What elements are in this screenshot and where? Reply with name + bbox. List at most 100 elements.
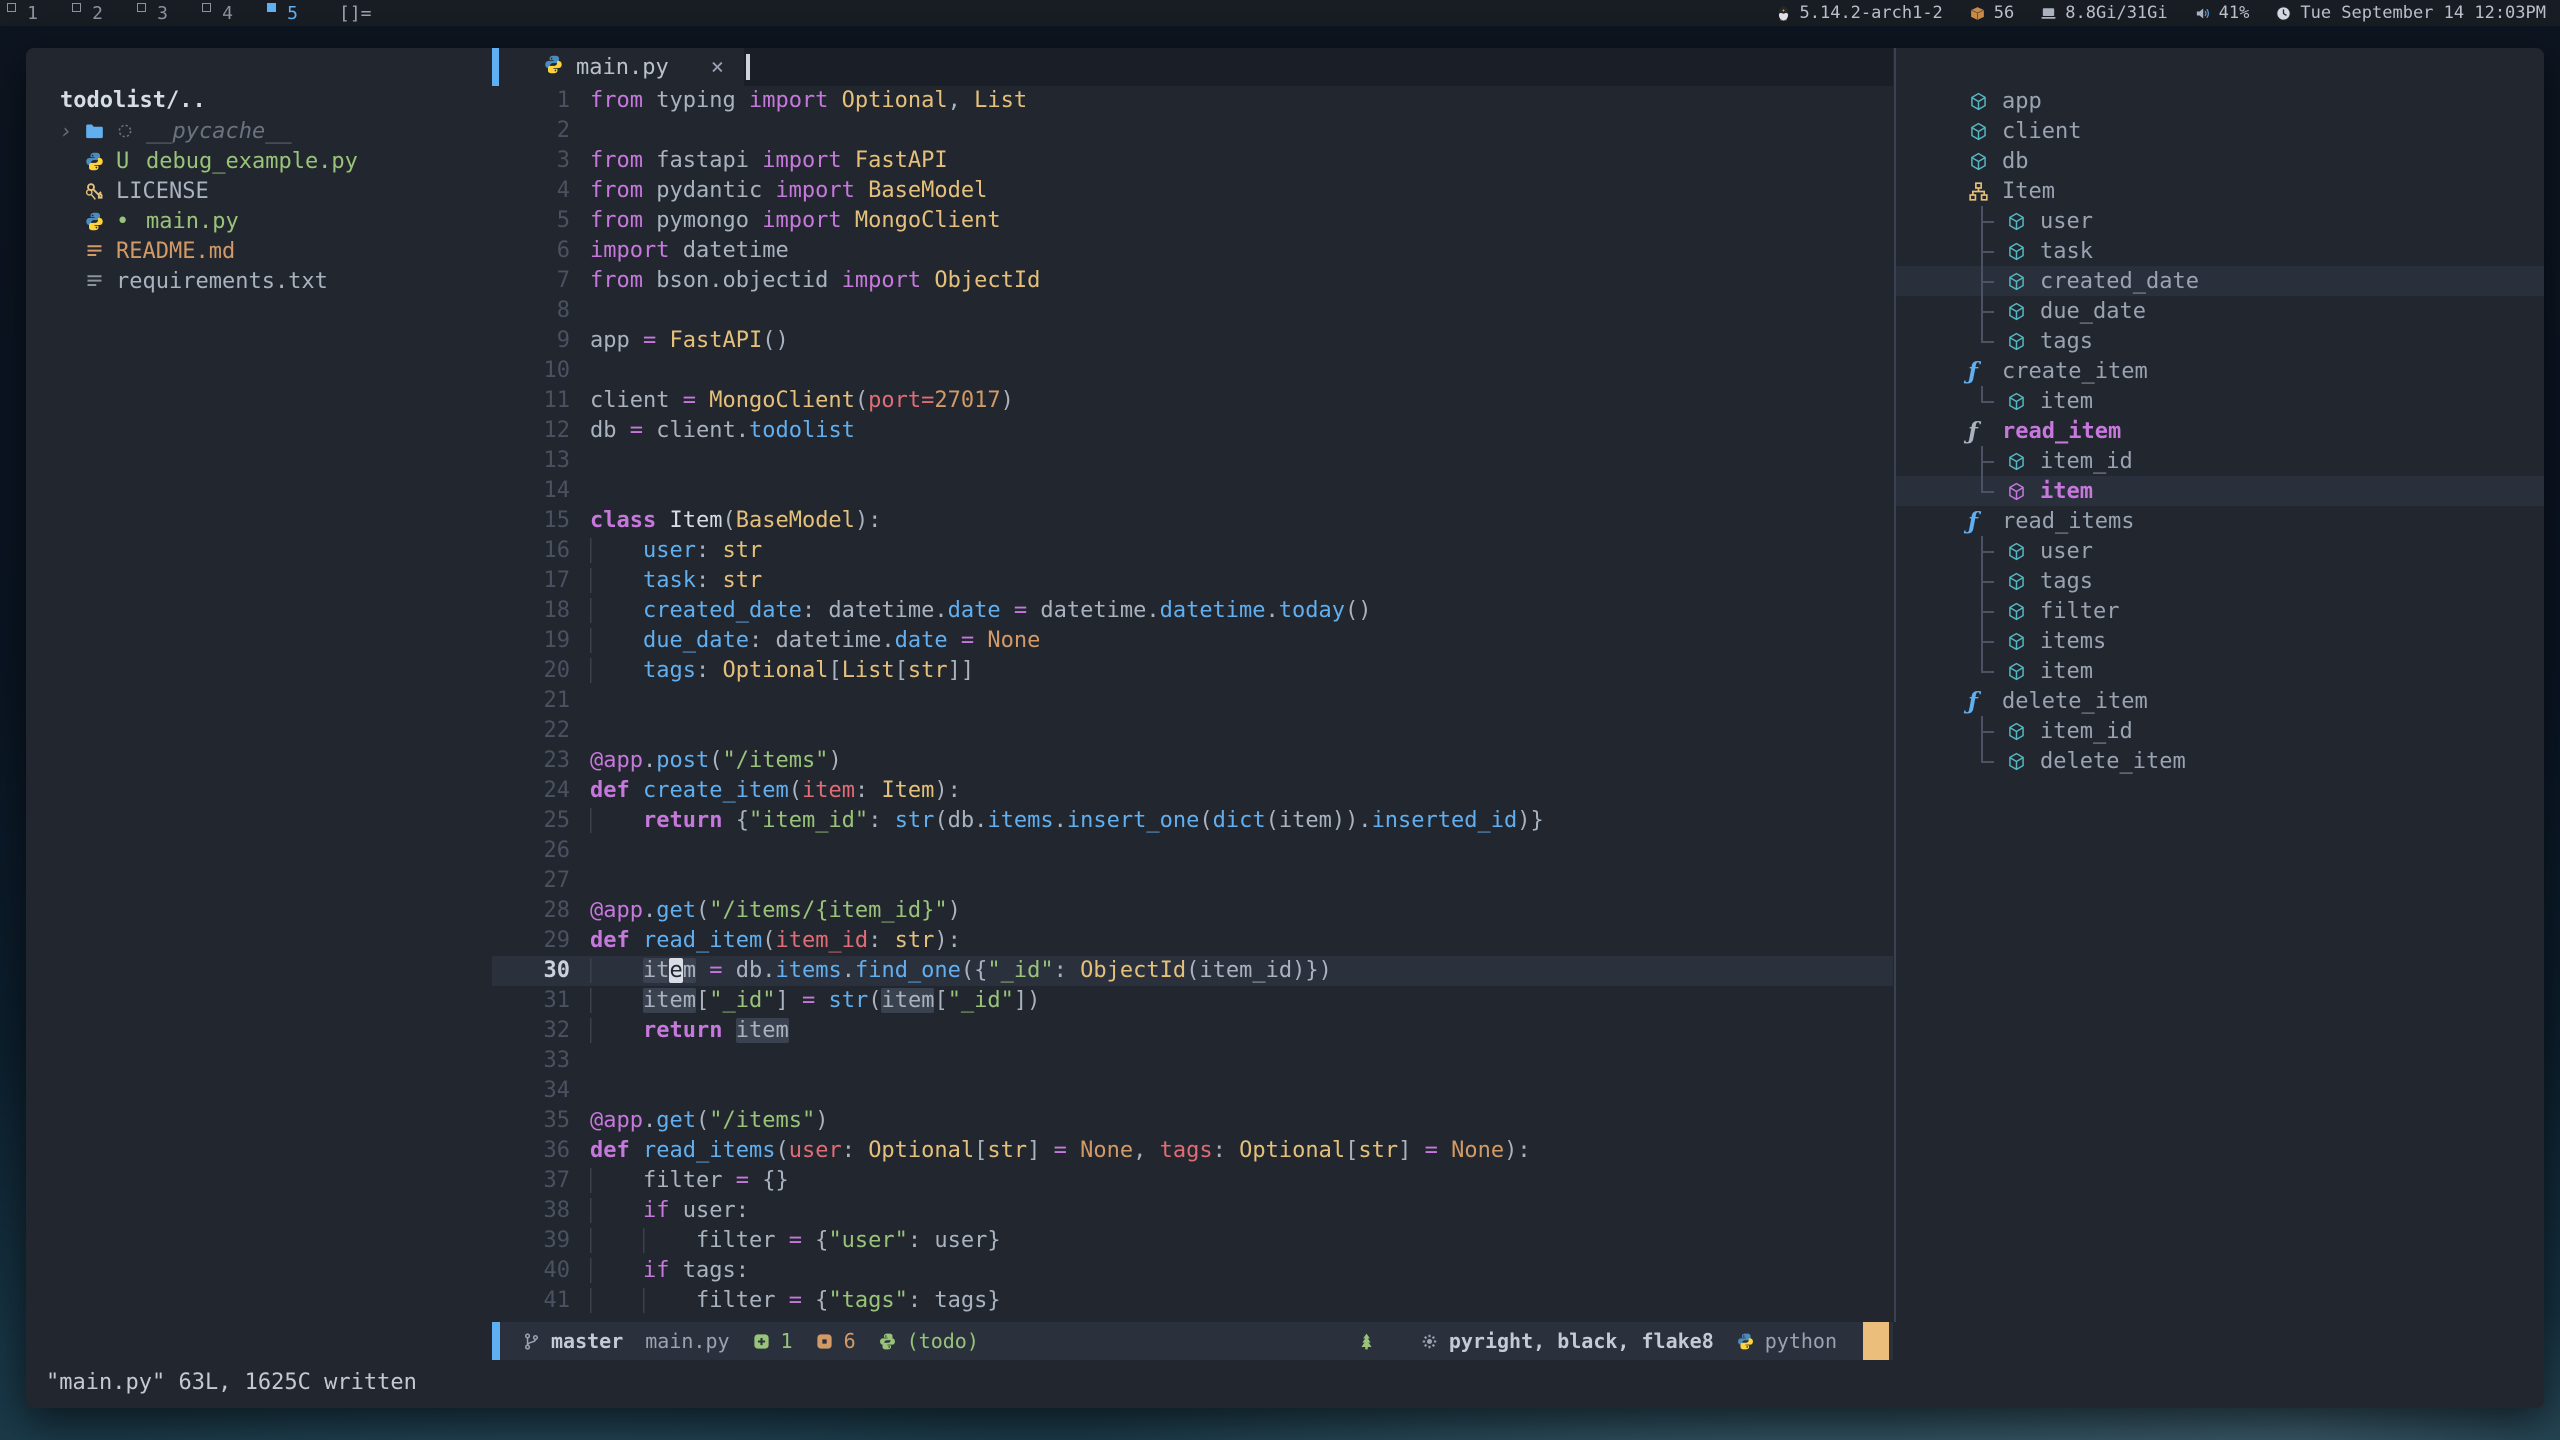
code-line-28[interactable]: 28@app.get("/items/{item_id}") <box>492 896 1893 926</box>
code-line-19[interactable]: 19 due_date: datetime.date = None <box>492 626 1893 656</box>
code-line-39[interactable]: 39 filter = {"user": user} <box>492 1226 1893 1256</box>
git-branch-icon <box>522 1332 541 1351</box>
code-line-3[interactable]: 3from fastapi import FastAPI <box>492 146 1893 176</box>
tree-guide <box>1968 536 2006 566</box>
filetree-item-requirements.txt[interactable]: requirements.txt <box>26 266 492 296</box>
code-line-26[interactable]: 26 <box>492 836 1893 866</box>
symbol-create_item[interactable]: ƒcreate_item <box>1896 356 2544 386</box>
filetree-item-main.py[interactable]: •main.py <box>26 206 492 236</box>
filetree-item-README.md[interactable]: README.md <box>26 236 492 266</box>
code-text: def create_item(item: Item): <box>570 776 961 806</box>
symbol-tags[interactable]: tags <box>1896 566 2544 596</box>
field-icon <box>2006 451 2040 472</box>
symbol-item[interactable]: item <box>1896 476 2544 506</box>
code-line-5[interactable]: 5from pymongo import MongoClient <box>492 206 1893 236</box>
code-line-4[interactable]: 4from pydantic import BaseModel <box>492 176 1893 206</box>
symbol-Item[interactable]: Item <box>1896 176 2544 206</box>
symbol-task[interactable]: task <box>1896 236 2544 266</box>
symbol-tags[interactable]: tags <box>1896 326 2544 356</box>
code-line-38[interactable]: 38 if user: <box>492 1196 1893 1226</box>
code-text <box>570 1076 590 1106</box>
symbol-delete_item[interactable]: delete_item <box>1896 746 2544 776</box>
symbol-item_id[interactable]: item_id <box>1896 446 2544 476</box>
symbol-db[interactable]: db <box>1896 146 2544 176</box>
code-line-29[interactable]: 29def read_item(item_id: str): <box>492 926 1893 956</box>
symbol-label: item_id <box>2040 719 2133 744</box>
code-line-40[interactable]: 40 if tags: <box>492 1256 1893 1286</box>
code-line-7[interactable]: 7from bson.objectid import ObjectId <box>492 266 1893 296</box>
symbol-filter[interactable]: filter <box>1896 596 2544 626</box>
symbol-due_date[interactable]: due_date <box>1896 296 2544 326</box>
symbol-label: item_id <box>2040 449 2133 474</box>
symbol-item[interactable]: item <box>1896 656 2544 686</box>
code-line-14[interactable]: 14 <box>492 476 1893 506</box>
code-line-41[interactable]: 41 filter = {"tags": tags} <box>492 1286 1893 1316</box>
filetree-label: __pycache__ <box>146 119 292 144</box>
symbol-app[interactable]: app <box>1896 86 2544 116</box>
code-line-17[interactable]: 17 task: str <box>492 566 1893 596</box>
code-line-22[interactable]: 22 <box>492 716 1893 746</box>
code-line-27[interactable]: 27 <box>492 866 1893 896</box>
symbol-user[interactable]: user <box>1896 536 2544 566</box>
tab-main-py[interactable]: main.py × <box>499 48 744 86</box>
workspace-tag-3[interactable]: 3 <box>130 0 195 26</box>
code-line-24[interactable]: 24def create_item(item: Item): <box>492 776 1893 806</box>
workspace-indicator <box>72 3 81 12</box>
code-line-8[interactable]: 8 <box>492 296 1893 326</box>
line-number: 3 <box>492 146 570 176</box>
code-text: @app.get("/items/{item_id}") <box>570 896 961 926</box>
filetree-item-__pycache__[interactable]: ›__pycache__ <box>26 116 492 146</box>
line-number: 11 <box>492 386 570 416</box>
code-line-31[interactable]: 31 item["_id"] = str(item["_id"]) <box>492 986 1893 1016</box>
workspace-tag-2[interactable]: 2 <box>65 0 130 26</box>
symbol-item_id[interactable]: item_id <box>1896 716 2544 746</box>
code-line-13[interactable]: 13 <box>492 446 1893 476</box>
symbol-user[interactable]: user <box>1896 206 2544 236</box>
code-line-12[interactable]: 12db = client.todolist <box>492 416 1893 446</box>
code-line-16[interactable]: 16 user: str <box>492 536 1893 566</box>
code-text <box>570 686 590 716</box>
status-memory: 8.8Gi/31Gi <box>2040 3 2167 23</box>
symbol-created_date[interactable]: created_date <box>1896 266 2544 296</box>
workspace-tag-1[interactable]: 1 <box>0 0 65 26</box>
code-line-15[interactable]: 15class Item(BaseModel): <box>492 506 1893 536</box>
python-icon <box>84 211 116 232</box>
code-line-20[interactable]: 20 tags: Optional[List[str]] <box>492 656 1893 686</box>
code-line-32[interactable]: 32 return item <box>492 1016 1893 1046</box>
memory-icon <box>2040 5 2057 22</box>
code-line-30[interactable]: 30 item = db.items.find_one({"_id": Obje… <box>492 956 1893 986</box>
close-icon[interactable]: × <box>711 55 724 80</box>
symbol-delete_item[interactable]: ƒdelete_item <box>1896 686 2544 716</box>
code-line-33[interactable]: 33 <box>492 1046 1893 1076</box>
diff-changed-count: 6 <box>844 1329 856 1353</box>
code-line-35[interactable]: 35@app.get("/items") <box>492 1106 1893 1136</box>
code-line-10[interactable]: 10 <box>492 356 1893 386</box>
filetree-item-debug_example.py[interactable]: Udebug_example.py <box>26 146 492 176</box>
code-line-18[interactable]: 18 created_date: datetime.date = datetim… <box>492 596 1893 626</box>
symbol-item[interactable]: item <box>1896 386 2544 416</box>
code-area[interactable]: 1from typing import Optional, List23from… <box>492 86 1893 1316</box>
workspace-tag-4[interactable]: 4 <box>195 0 260 26</box>
filetree-item-LICENSE[interactable]: LICENSE <box>26 176 492 206</box>
tab-separator <box>746 54 750 80</box>
code-line-9[interactable]: 9app = FastAPI() <box>492 326 1893 356</box>
symbol-read_item[interactable]: ƒread_item <box>1896 416 2544 446</box>
symbol-client[interactable]: client <box>1896 116 2544 146</box>
code-line-6[interactable]: 6import datetime <box>492 236 1893 266</box>
bufferline: main.py × <box>492 48 1893 86</box>
code-line-34[interactable]: 34 <box>492 1076 1893 1106</box>
workspace-tag-5[interactable]: 5 <box>260 0 325 26</box>
filetree-root[interactable]: todolist/.. <box>26 86 492 116</box>
code-line-25[interactable]: 25 return {"item_id": str(db.items.inser… <box>492 806 1893 836</box>
code-line-1[interactable]: 1from typing import Optional, List <box>492 86 1893 116</box>
code-line-11[interactable]: 11client = MongoClient(port=27017) <box>492 386 1893 416</box>
line-number: 9 <box>492 326 570 356</box>
line-number: 28 <box>492 896 570 926</box>
code-line-2[interactable]: 2 <box>492 116 1893 146</box>
symbol-read_items[interactable]: ƒread_items <box>1896 506 2544 536</box>
code-line-36[interactable]: 36def read_items(user: Optional[str] = N… <box>492 1136 1893 1166</box>
symbol-items[interactable]: items <box>1896 626 2544 656</box>
code-line-23[interactable]: 23@app.post("/items") <box>492 746 1893 776</box>
code-line-21[interactable]: 21 <box>492 686 1893 716</box>
code-line-37[interactable]: 37 filter = {} <box>492 1166 1893 1196</box>
